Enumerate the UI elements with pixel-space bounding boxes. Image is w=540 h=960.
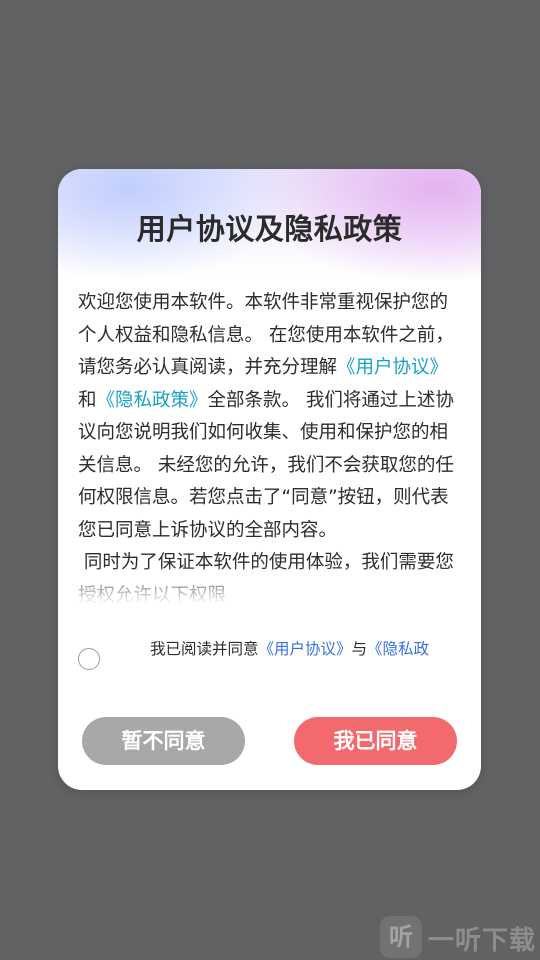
- paragraph-text: 全部条款。 我们将通过上述协议向您说明我们如何收集、使用和保护您的相关信息。 未…: [78, 389, 454, 541]
- watermark: 听 一听下载: [380, 916, 540, 960]
- agreement-content[interactable]: 欢迎您使用本软件。本软件非常重视保护您的个人权益和隐私信息。 在您使用本软件之前…: [78, 287, 462, 605]
- privacy-policy-link[interactable]: 《隐私政策》: [97, 390, 208, 411]
- privacy-dialog: 用户协议及隐私政策 欢迎您使用本软件。本软件非常重视保护您的个人权益和隐私信息。…: [58, 169, 481, 790]
- dialog-header: 用户协议及隐私政策: [58, 169, 481, 279]
- agree-user-agreement-link[interactable]: 《用户协议》: [259, 640, 352, 658]
- paragraph-text: 和: [78, 389, 97, 411]
- agree-radio[interactable]: [78, 648, 100, 670]
- agree-text-prefix: 我已阅读并同意: [150, 640, 259, 658]
- disagree-button[interactable]: 暂不同意: [82, 717, 245, 765]
- agree-privacy-policy-link[interactable]: 《隐私政: [367, 640, 429, 658]
- user-agreement-link[interactable]: 《用户协议》: [337, 357, 448, 378]
- watermark-logo-icon: 听: [380, 916, 422, 958]
- watermark-text: 一听下载: [428, 926, 537, 956]
- dialog-title: 用户协议及隐私政策: [136, 212, 403, 246]
- agree-text: 我已阅读并同意《用户协议》与《隐私政: [150, 637, 470, 659]
- content-fade: [58, 565, 481, 609]
- agreement-paragraph-1: 欢迎您使用本软件。本软件非常重视保护您的个人权益和隐私信息。 在您使用本软件之前…: [78, 287, 462, 547]
- agree-button[interactable]: 我已同意: [294, 717, 457, 765]
- agree-row: 我已阅读并同意《用户协议》与《隐私政: [58, 635, 481, 685]
- agree-text-and: 与: [351, 640, 368, 658]
